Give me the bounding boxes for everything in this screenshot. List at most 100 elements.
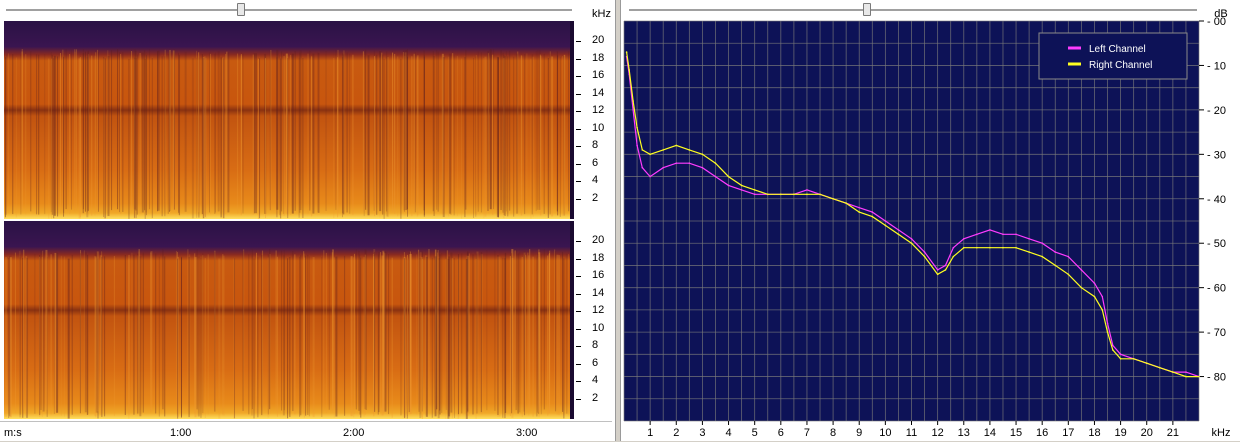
spectrogram-panel: kHz 20 18 16 14 12 10 8 6 4 2 20 18 16 14 12 10 8 6 4 2 m:s… bbox=[0, 0, 616, 441]
series-point bbox=[628, 69, 631, 71]
series-point bbox=[1106, 322, 1109, 325]
series-point bbox=[944, 269, 947, 271]
frequency-tick: 4 bbox=[592, 174, 599, 186]
time-tick: 1:00 bbox=[170, 427, 192, 439]
spectrogram-right-channel[interactable] bbox=[4, 221, 574, 419]
series-point bbox=[923, 251, 926, 253]
y-tick-label: - 10 bbox=[1207, 60, 1226, 72]
frequency-tick: 10 bbox=[592, 321, 605, 334]
series-point bbox=[1067, 255, 1070, 258]
series-point bbox=[1002, 233, 1004, 236]
series-point bbox=[780, 193, 782, 196]
series-point bbox=[1101, 309, 1104, 311]
y-tick-label: - 30 bbox=[1207, 149, 1226, 161]
x-tick-label: 16 bbox=[1036, 427, 1048, 439]
series-point bbox=[845, 202, 847, 205]
x-tick-label: 9 bbox=[856, 427, 862, 439]
series-point bbox=[1080, 269, 1083, 271]
series-point bbox=[1198, 375, 1200, 378]
x-tick-label: 18 bbox=[1088, 427, 1100, 439]
series-point bbox=[1185, 375, 1187, 378]
series-point bbox=[1041, 242, 1043, 245]
spectrogram-scroll-slider[interactable] bbox=[6, 3, 572, 17]
x-tick-label: 19 bbox=[1114, 427, 1126, 439]
frequency-tick-mark bbox=[576, 93, 581, 95]
x-tick-label: 5 bbox=[752, 427, 758, 439]
x-tick-label: 17 bbox=[1062, 427, 1074, 439]
time-tick: 3:00 bbox=[516, 427, 538, 439]
series-point bbox=[944, 264, 947, 267]
frequency-tick: 4 bbox=[592, 374, 599, 386]
series-point bbox=[806, 189, 808, 191]
frequency-tick: 14 bbox=[592, 286, 605, 299]
frequency-tick-mark bbox=[576, 346, 581, 347]
frequency-tick-mark bbox=[576, 198, 581, 200]
series-point bbox=[884, 220, 887, 222]
series-point bbox=[871, 211, 874, 213]
frequency-tick: 8 bbox=[592, 139, 599, 151]
frequency-tick-mark bbox=[576, 146, 581, 147]
series-point bbox=[701, 166, 704, 169]
series-point bbox=[675, 162, 678, 165]
series-point bbox=[1080, 286, 1083, 289]
series-point bbox=[753, 193, 756, 196]
frequency-tick: 16 bbox=[592, 69, 605, 81]
series-point bbox=[858, 206, 861, 209]
frequency-tick: 8 bbox=[592, 339, 599, 351]
time-axis: m:s 1:00 2:00 3:00 bbox=[0, 421, 612, 442]
slider-thumb[interactable] bbox=[237, 3, 245, 16]
frequency-tick-mark bbox=[576, 41, 581, 42]
frequency-tick: 2 bbox=[592, 191, 599, 204]
frequency-tick: 16 bbox=[592, 269, 605, 281]
series-point bbox=[675, 144, 678, 147]
frequency-tick-mark bbox=[576, 363, 581, 365]
frequency-tick: 10 bbox=[592, 121, 605, 134]
frequency-tick-mark bbox=[576, 276, 581, 277]
series-point bbox=[952, 246, 955, 249]
series-point bbox=[662, 166, 665, 169]
x-axis-label: kHz bbox=[1212, 427, 1231, 439]
spectrogram-left-channel[interactable] bbox=[4, 21, 574, 219]
series-point bbox=[1093, 282, 1096, 285]
series-point bbox=[952, 255, 955, 258]
frequency-tick-mark bbox=[576, 111, 581, 112]
y-tick-label: - 60 bbox=[1207, 283, 1226, 295]
frequency-tick: 12 bbox=[592, 104, 605, 116]
series-point bbox=[1119, 353, 1122, 356]
y-tick-label: - 20 bbox=[1207, 105, 1226, 117]
slider-track bbox=[6, 9, 572, 12]
y-tick-label: - 50 bbox=[1207, 238, 1226, 250]
legend-box bbox=[1038, 32, 1188, 80]
x-tick-label: 1 bbox=[647, 427, 653, 439]
x-tick-label: 21 bbox=[1167, 427, 1179, 439]
frequency-tick: 14 bbox=[592, 86, 605, 99]
frequency-tick: 2 bbox=[592, 391, 599, 404]
x-tick-label: 15 bbox=[1010, 427, 1022, 439]
series-point bbox=[936, 273, 939, 276]
series-point bbox=[989, 229, 991, 231]
series-point bbox=[910, 237, 913, 240]
series-point bbox=[625, 51, 628, 53]
series-point bbox=[649, 175, 651, 178]
series-point bbox=[688, 162, 691, 165]
frequency-tick: 20 bbox=[592, 234, 605, 246]
series-point bbox=[962, 237, 965, 240]
x-tick-label: 4 bbox=[725, 427, 731, 439]
y-tick-label: - 40 bbox=[1207, 194, 1226, 206]
x-tick-label: 10 bbox=[879, 427, 891, 439]
series-point bbox=[989, 246, 991, 249]
series-point bbox=[976, 246, 978, 249]
frequency-tick: 6 bbox=[592, 356, 599, 369]
frequency-tick: 6 bbox=[592, 156, 599, 169]
series-point bbox=[641, 149, 644, 151]
frequency-chart[interactable]: - 00- 10- 20- 30- 40- 50- 60- 70- 80dB1 2… bbox=[621, 0, 1239, 441]
series-point bbox=[1185, 371, 1187, 373]
series-point bbox=[1172, 371, 1174, 373]
series-point bbox=[1101, 295, 1104, 298]
frequency-tick: 18 bbox=[592, 51, 605, 64]
series-point bbox=[897, 229, 900, 231]
series-point bbox=[727, 175, 730, 178]
frequency-tick-mark bbox=[576, 163, 581, 165]
frequency-tick: 12 bbox=[592, 304, 605, 316]
spectrogram-unit-label: kHz bbox=[592, 8, 611, 20]
